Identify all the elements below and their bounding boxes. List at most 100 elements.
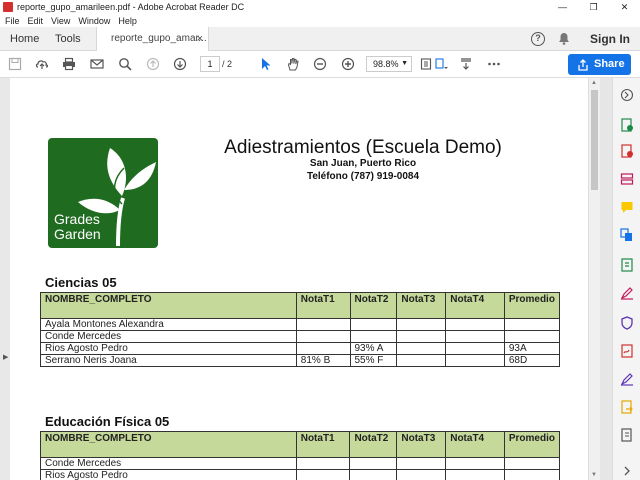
zoom-level-value: 98.8% [373,59,399,69]
send-track-icon[interactable] [620,400,634,414]
right-tools-panel [612,78,640,480]
export-pdf-icon[interactable] [620,118,634,132]
window-title: reporte_gupo_amarileen.pdf - Adobe Acrob… [17,2,245,12]
help-icon[interactable]: ? [531,32,545,46]
fill-sign-icon[interactable] [620,286,634,300]
acrobat-icon [3,2,13,12]
cell [445,457,505,470]
fit-dropdown-icon[interactable] [434,57,448,71]
cell [396,469,447,480]
menu-window[interactable]: Window [78,16,110,26]
bell-icon[interactable] [558,32,570,45]
scroll-mode-icon[interactable] [459,57,473,71]
menu-file[interactable]: File [5,16,20,26]
document-subtitle-location: San Juan, Puerto Rico [309,158,417,169]
section-title: Educación Física 05 [45,414,170,429]
menu-view[interactable]: View [51,16,70,26]
tab-tools[interactable]: Tools [55,27,81,51]
right-panel-gutter [600,78,612,480]
cell: 93A [503,342,561,355]
logo-text-line1: Grades [54,211,100,227]
column-header: NotaT1 [295,292,351,319]
cell: Serrano Neris Joana [40,354,297,367]
scroll-up-icon[interactable]: ▲ [591,80,597,86]
zoom-level-select[interactable]: 98.8% ▼ [366,56,412,72]
menu-edit[interactable]: Edit [28,16,44,26]
logo-text-line2: Garden [54,226,101,242]
cell: 93% A [349,342,398,355]
column-header: NotaT2 [349,292,398,319]
page-down-icon[interactable] [173,57,187,71]
tab-close-icon[interactable]: × [197,27,203,51]
tab-document-label: reporte_gupo_amar... [111,33,207,44]
window-controls: — ❐ ✕ [547,0,640,14]
table-row: Rios Agosto Pedro [40,469,561,480]
cell [396,342,447,355]
scroll-down-icon[interactable]: ▼ [591,472,597,478]
collapse-panel-icon[interactable] [620,88,634,102]
organize-pages-icon[interactable] [620,172,634,186]
vertical-scrollbar[interactable]: ▲ ▼ [588,78,600,480]
document-page[interactable]: Grades Garden Adiestramientos (Escuela D… [10,78,588,480]
send-for-signature-icon[interactable] [620,372,634,386]
cell: Conde Mercedes [40,330,297,343]
cell: 55% F [349,354,398,367]
share-label: Share [594,58,625,70]
hand-tool-icon[interactable] [286,57,300,71]
mail-icon[interactable] [90,57,104,71]
column-header: NotaT3 [396,431,447,458]
table-header-row: NOMBRE_COMPLETO NotaT1 NotaT2 NotaT3 Not… [40,431,561,458]
sign-in-link[interactable]: Sign In [590,27,630,51]
minimize-button[interactable]: — [547,0,578,14]
cell [445,342,505,355]
cell [396,457,447,470]
column-header: Promedio [503,292,561,319]
cell [445,330,505,343]
table-row: Ayala Montones Alexandra [40,318,561,331]
table-row: Conde Mercedes [40,457,561,470]
column-header: NotaT2 [349,431,398,458]
page-number-input[interactable]: 1 [200,56,220,72]
left-panel-collapsed[interactable]: ▶ [0,78,10,480]
share-button[interactable]: Share [568,54,631,75]
cell [349,330,398,343]
document-title: Adiestramientos (Escuela Demo) [224,137,502,158]
save-icon[interactable] [8,57,22,71]
table-row: Conde Mercedes [40,330,561,343]
comment-icon[interactable] [620,200,634,214]
protect-shield-icon[interactable] [620,316,634,330]
tab-home[interactable]: Home [10,27,39,51]
menu-help[interactable]: Help [118,16,137,26]
share-icon [578,59,588,71]
edit-pdf-icon[interactable] [620,344,634,358]
maximize-button[interactable]: ❐ [578,0,609,14]
panel-expand-chevron-icon[interactable] [620,466,634,476]
cell [396,318,447,331]
more-options-icon[interactable] [487,57,501,71]
grades-table: NOMBRE_COMPLETO NotaT1 NotaT2 NotaT3 Not… [40,431,561,480]
page-up-icon[interactable] [146,57,160,71]
more-tools-icon[interactable] [620,428,634,442]
close-button[interactable]: ✕ [609,0,640,14]
compress-pdf-icon[interactable] [620,258,634,272]
page-total: / 2 [222,59,233,69]
cell: Ayala Montones Alexandra [40,318,297,331]
document-subtitle-phone: Teléfono (787) 919-0084 [306,171,420,182]
zoom-out-icon[interactable] [313,57,327,71]
upload-cloud-icon[interactable] [35,57,49,71]
tab-document[interactable]: reporte_gupo_amar... × [96,27,209,52]
cell [295,469,351,480]
scrollbar-thumb[interactable] [591,90,598,190]
zoom-in-icon[interactable] [341,57,355,71]
cell [445,318,505,331]
select-cursor-icon[interactable] [259,57,273,71]
combine-files-icon[interactable] [620,228,634,242]
fit-page-icon[interactable] [420,57,434,71]
chevron-down-icon: ▼ [401,60,408,67]
expand-left-panel-icon[interactable]: ▶ [3,353,8,361]
search-icon[interactable] [118,57,132,71]
cell [396,330,447,343]
create-pdf-icon[interactable] [620,144,634,158]
cell [349,457,398,470]
print-icon[interactable] [62,57,76,71]
